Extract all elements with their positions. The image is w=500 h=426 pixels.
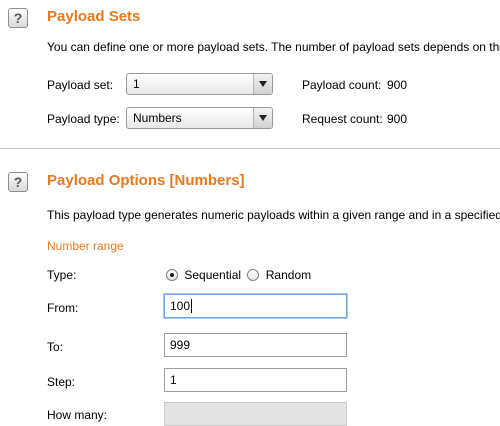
request-count-label: Request count: [302, 112, 383, 126]
payload-type-dropdown[interactable]: Numbers [126, 107, 273, 129]
chevron-down-icon[interactable] [253, 108, 272, 128]
payload-options-description: This payload type generates numeric payl… [47, 208, 500, 222]
help-icon[interactable]: ? [8, 8, 28, 28]
sequential-radio-label[interactable]: Sequential [184, 268, 241, 282]
to-field[interactable] [164, 333, 347, 357]
payload-set-label: Payload set: [47, 78, 114, 92]
payload-set-dropdown[interactable]: 1 [126, 73, 273, 95]
text-caret [191, 299, 192, 313]
random-radio[interactable] [247, 269, 260, 281]
chevron-down-icon[interactable] [253, 74, 272, 94]
type-radio-group: Sequential Random [166, 268, 314, 282]
payload-count-value: 900 [387, 78, 408, 92]
payload-count-label: Payload count: [302, 78, 382, 92]
step-label: Step: [47, 375, 76, 389]
step-field[interactable] [164, 368, 347, 392]
from-label: From: [47, 301, 79, 315]
help-icon[interactable]: ? [8, 172, 28, 192]
payload-sets-description: You can define one or more payload sets.… [47, 40, 500, 54]
payload-sets-title: Payload Sets [47, 8, 141, 25]
number-range-heading: Number range [47, 239, 124, 253]
payload-set-value: 1 [133, 77, 140, 91]
payload-options-title: Payload Options [Numbers] [47, 172, 245, 189]
to-label: To: [47, 340, 64, 354]
type-label: Type: [47, 268, 77, 282]
how-many-field [164, 402, 347, 426]
payload-type-label: Payload type: [47, 112, 120, 126]
how-many-label: How many: [47, 408, 108, 422]
request-count-value: 900 [387, 112, 408, 126]
sequential-radio[interactable] [166, 269, 178, 281]
section-divider [0, 148, 500, 149]
payload-type-value: Numbers [133, 111, 182, 125]
random-radio-label[interactable]: Random [266, 268, 311, 282]
